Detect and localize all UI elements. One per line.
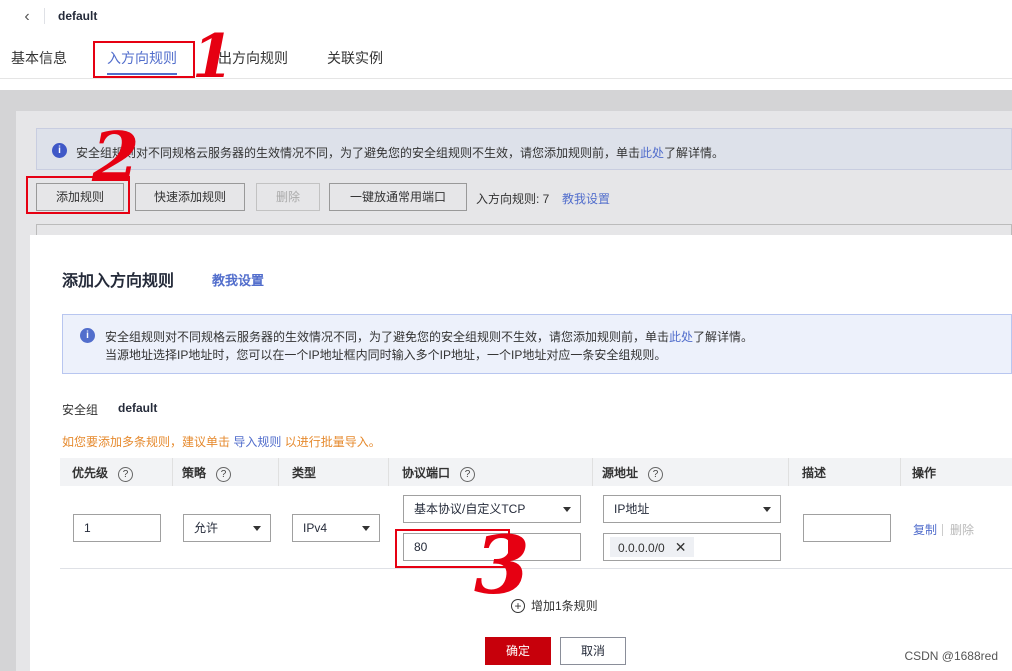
- quick-add-rule-button[interactable]: 快速添加规则: [135, 183, 245, 211]
- page-title: default: [58, 9, 98, 23]
- row-divider: [60, 568, 1012, 569]
- confirm-button[interactable]: 确定: [485, 637, 551, 665]
- help-icon[interactable]: ?: [216, 467, 232, 482]
- chevron-down-icon: [763, 507, 771, 512]
- back-arrow-icon[interactable]: ‹: [16, 6, 38, 28]
- details-link[interactable]: 此处: [669, 330, 693, 344]
- batch-import-hint: 如您要添加多条规则，建议单击 导入规则 以进行批量导入。: [62, 435, 381, 449]
- column-source: 源地址?: [602, 464, 664, 482]
- annotation-number-3: 3: [474, 518, 530, 612]
- column-actions: 操作: [912, 466, 937, 480]
- info-icon: i: [80, 328, 95, 343]
- info-line-1: 安全组规则对不同规格云服务器的生效情况不同，为了避免您的安全组规则不生效，请您添…: [105, 330, 754, 344]
- ip-tag: 0.0.0.0/0 ✕: [610, 537, 695, 557]
- source-ip-input[interactable]: 0.0.0.0/0 ✕: [603, 533, 781, 561]
- help-icon[interactable]: ?: [118, 467, 134, 482]
- description-input[interactable]: [803, 514, 891, 542]
- security-group-value: default: [118, 401, 158, 415]
- divider: [44, 8, 45, 24]
- chevron-down-icon: [253, 526, 261, 531]
- column-description: 描述: [802, 466, 827, 480]
- tab-associated-instances[interactable]: 关联实例: [327, 48, 383, 68]
- policy-select[interactable]: 允许: [183, 514, 271, 542]
- close-icon[interactable]: ✕: [675, 539, 687, 555]
- column-policy: 策略?: [182, 464, 232, 482]
- help-icon[interactable]: ?: [648, 467, 664, 482]
- delete-button[interactable]: 删除: [256, 183, 320, 211]
- priority-input[interactable]: 1: [73, 514, 161, 542]
- column-priority: 优先级?: [72, 464, 134, 482]
- column-protocol-port: 协议端口?: [402, 464, 476, 482]
- copy-row-link[interactable]: 复制: [913, 521, 937, 538]
- rule-count: 入方向规则: 7: [476, 192, 550, 206]
- details-link[interactable]: 此处: [640, 146, 664, 160]
- dialog-info-banner: i 安全组规则对不同规格云服务器的生效情况不同，为了避免您的安全组规则不生效，请…: [62, 314, 1012, 374]
- chevron-down-icon: [563, 507, 571, 512]
- info-icon: i: [52, 143, 67, 158]
- annotation-number-1: 1: [192, 22, 234, 92]
- rules-table-header: 优先级? 策略? 类型 协议端口? 源地址? 描述 操作: [60, 458, 1012, 486]
- annotation-box-tab: [93, 41, 195, 78]
- divider: [942, 524, 943, 536]
- dialog-teach-link[interactable]: 教我设置: [212, 270, 264, 289]
- annotation-number-2: 2: [92, 118, 140, 198]
- teach-me-link[interactable]: 教我设置: [562, 190, 610, 207]
- column-type: 类型: [292, 466, 317, 480]
- cancel-button[interactable]: 取消: [560, 637, 626, 665]
- source-type-select[interactable]: IP地址: [603, 495, 781, 523]
- delete-row-link[interactable]: 删除: [950, 521, 974, 538]
- chevron-down-icon: [362, 526, 370, 531]
- security-group-label: 安全组: [62, 403, 99, 417]
- tab-basic-info[interactable]: 基本信息: [11, 48, 67, 68]
- help-icon[interactable]: ?: [460, 467, 476, 482]
- type-select[interactable]: IPv4: [292, 514, 380, 542]
- open-common-ports-button[interactable]: 一键放通常用端口: [329, 183, 467, 211]
- dialog-title: 添加入方向规则: [62, 273, 175, 290]
- watermark: CSDN @1688red: [904, 649, 998, 663]
- import-rules-link[interactable]: 导入规则: [233, 435, 281, 449]
- info-line-2: 当源地址选择IP地址时，您可以在一个IP地址框内同时输入多个IP地址，一个IP地…: [105, 348, 667, 362]
- background-info-text: 安全组规则对不同规格云服务器的生效情况不同，为了避免您的安全组规则不生效，请您添…: [76, 146, 725, 160]
